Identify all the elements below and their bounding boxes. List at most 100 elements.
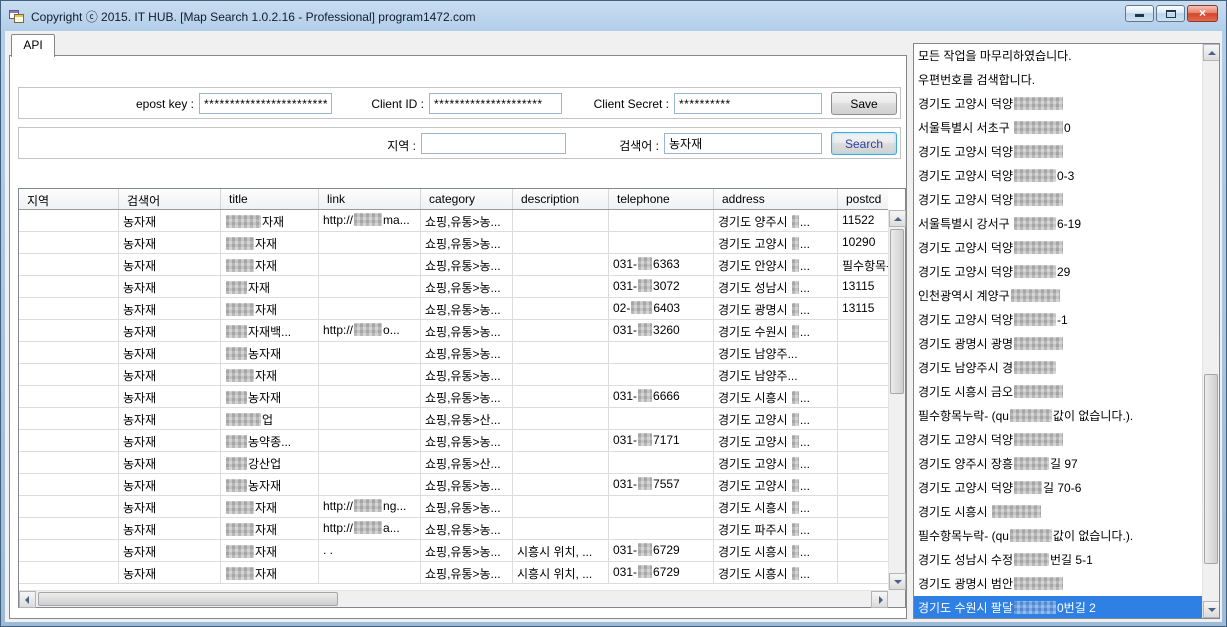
region-input[interactable] <box>421 133 566 154</box>
column-header[interactable]: 지역 <box>19 189 119 209</box>
table-cell: 쇼핑,유통>농... <box>421 320 513 341</box>
log-item[interactable]: 경기도 양주시 장흥길 97 <box>914 452 1202 476</box>
log-item[interactable]: 경기도 고양시 덕양 <box>914 92 1202 116</box>
table-cell: 농자재 <box>119 562 221 583</box>
maximize-button[interactable] <box>1156 5 1185 22</box>
table-row[interactable]: 농자재농자재쇼핑,유통>농...031-6666경기도 시흥시 ... <box>19 386 888 408</box>
table-row[interactable]: 농자재자재http://ma...쇼핑,유통>농...경기도 양주시 ...11… <box>19 210 888 232</box>
table-cell <box>19 210 119 231</box>
table-row[interactable]: 농자재자재쇼핑,유통>농...02-6403경기도 광명시 ...13115 <box>19 298 888 320</box>
table-row[interactable]: 농자재농자재쇼핑,유통>농...경기도 남양주... <box>19 342 888 364</box>
save-button[interactable]: Save <box>831 92 897 115</box>
table-row[interactable]: 농자재자재쇼핑,유통>농...031-6363경기도 안양시 ...필수항목누.… <box>19 254 888 276</box>
tab-api[interactable]: API <box>11 34 55 57</box>
log-item[interactable]: 경기도 고양시 덕양길 70-6 <box>914 476 1202 500</box>
table-cell: 경기도 광명시 ... <box>714 298 838 319</box>
log-scroll-up-button[interactable] <box>1203 44 1220 61</box>
log-item[interactable]: 경기도 고양시 덕양-1 <box>914 308 1202 332</box>
scroll-up-button[interactable] <box>889 210 906 227</box>
log-item[interactable]: 경기도 고양시 덕양0-3 <box>914 164 1202 188</box>
column-header[interactable]: description <box>513 189 609 209</box>
log-item[interactable]: 경기도 고양시 덕양29 <box>914 260 1202 284</box>
redacted-blur <box>226 303 254 316</box>
table-cell: 경기도 고양시 ... <box>714 430 838 451</box>
log-item[interactable]: 경기도 고양시 덕양 <box>914 140 1202 164</box>
table-cell: 농자재 <box>119 474 221 495</box>
table-row[interactable]: 농자재자재. .쇼핑,유통>농...시흥시 위치, ...031-6729경기도… <box>19 540 888 562</box>
log-item[interactable]: 경기도 남양주시 경 <box>914 356 1202 380</box>
table-cell: 농자재 <box>119 364 221 385</box>
epost-key-label: epost key : <box>89 97 194 111</box>
log-item[interactable]: 경기도 고양시 덕양 <box>914 188 1202 212</box>
log-item[interactable]: 경기도 고양시 덕양 <box>914 236 1202 260</box>
close-button[interactable]: × <box>1187 5 1218 22</box>
log-item[interactable]: 경기도 시흥시 <box>914 500 1202 524</box>
table-cell: 031-6729 <box>609 562 714 583</box>
table-cell <box>19 562 119 583</box>
table-row[interactable]: 농자재업쇼핑,유통>산...경기도 고양시 ... <box>19 408 888 430</box>
table-row[interactable]: 농자재자재http://a...쇼핑,유통>농...경기도 파주시 ... <box>19 518 888 540</box>
log-item[interactable]: 경기도 광명시 광명 <box>914 332 1202 356</box>
grid-vscroll-thumb[interactable] <box>890 229 904 394</box>
log-item[interactable]: 우편번호를 검색합니다. <box>914 68 1202 92</box>
log-item[interactable]: 경기도 광명시 범안 <box>914 572 1202 596</box>
table-cell: 농자재 <box>119 408 221 429</box>
redacted-blur <box>226 237 254 250</box>
log-item[interactable]: 서울특별시 강서구 6-19 <box>914 212 1202 236</box>
log-item[interactable]: 서울특별시 서초구 0 <box>914 116 1202 140</box>
keyword-input[interactable] <box>664 133 822 154</box>
log-listbox[interactable]: 모든 작업을 마무리하였습니다.우편번호를 검색합니다.경기도 고양시 덕양서울… <box>913 43 1220 619</box>
table-row[interactable]: 농자재자재쇼핑,유통>농...경기도 남양주... <box>19 364 888 386</box>
table-cell <box>838 386 888 407</box>
minimize-button[interactable] <box>1125 5 1154 22</box>
column-header[interactable]: link <box>319 189 421 209</box>
epost-key-input[interactable] <box>199 93 332 114</box>
scroll-right-button[interactable] <box>871 591 888 608</box>
table-cell <box>838 496 888 517</box>
table-row[interactable]: 농자재자재쇼핑,유통>농...경기도 고양시 ...10290 <box>19 232 888 254</box>
table-cell: 자재 <box>221 518 319 539</box>
column-header[interactable]: address <box>714 189 838 209</box>
client-secret-input[interactable] <box>674 93 822 114</box>
table-cell: http://ng... <box>319 496 421 517</box>
grid-horizontal-scrollbar[interactable] <box>19 590 905 607</box>
table-cell <box>609 408 714 429</box>
search-button[interactable]: Search <box>831 132 897 155</box>
table-cell: http://o... <box>319 320 421 341</box>
scrollbar-corner <box>888 590 905 607</box>
column-header[interactable]: title <box>221 189 319 209</box>
log-item[interactable]: 경기도 고양시 덕양 <box>914 428 1202 452</box>
table-cell <box>319 474 421 495</box>
log-vscroll-thumb[interactable] <box>1204 374 1218 564</box>
log-vertical-scrollbar[interactable] <box>1202 44 1219 618</box>
table-row[interactable]: 농자재자재http://ng...쇼핑,유통>농...경기도 시흥시 ... <box>19 496 888 518</box>
grid-vertical-scrollbar[interactable] <box>888 210 905 590</box>
scroll-down-button[interactable] <box>889 573 906 590</box>
grid-hscroll-thumb[interactable] <box>38 592 338 606</box>
column-header[interactable]: 검색어 <box>119 189 221 209</box>
client-id-input[interactable] <box>429 93 562 114</box>
table-row[interactable]: 농자재자재쇼핑,유통>농...031-3072경기도 성남시 ...13115 <box>19 276 888 298</box>
table-row[interactable]: 농자재자재쇼핑,유통>농...시흥시 위치, ...031-6729경기도 시흥… <box>19 562 888 584</box>
log-item[interactable]: 경기도 성남시 수정번길 5-1 <box>914 548 1202 572</box>
table-row[interactable]: 농자재농약종...쇼핑,유통>농...031-7171경기도 고양시 ... <box>19 430 888 452</box>
scroll-left-button[interactable] <box>19 591 36 608</box>
log-item[interactable]: 모든 작업을 마무리하였습니다. <box>914 44 1202 68</box>
log-scroll-down-button[interactable] <box>1203 601 1220 618</box>
table-row[interactable]: 농자재자재백...http://o...쇼핑,유통>농...031-3260경기… <box>19 320 888 342</box>
table-row[interactable]: 농자재농자재쇼핑,유통>농...031-7557경기도 고양시 ... <box>19 474 888 496</box>
log-item[interactable]: 필수항목누락- (qu값이 없습니다.). <box>914 524 1202 548</box>
log-item[interactable]: 경기도 시흥시 금오 <box>914 380 1202 404</box>
table-cell: 농자재 <box>119 496 221 517</box>
column-header[interactable]: telephone <box>609 189 714 209</box>
table-row[interactable]: 농자재강산업쇼핑,유통>산...경기도 고양시 ... <box>19 452 888 474</box>
log-item[interactable]: 인천광역시 계양구 <box>914 284 1202 308</box>
column-header[interactable]: postcd <box>838 189 888 209</box>
table-cell: 농약종... <box>221 430 319 451</box>
column-header[interactable]: category <box>421 189 513 209</box>
log-item[interactable]: 필수항목누락- (qu값이 없습니다.). <box>914 404 1202 428</box>
table-cell <box>19 540 119 561</box>
table-cell: 농자재 <box>221 386 319 407</box>
log-item[interactable]: 경기도 수원시 팔달0번길 2 <box>914 596 1202 618</box>
redacted-blur <box>226 281 247 294</box>
